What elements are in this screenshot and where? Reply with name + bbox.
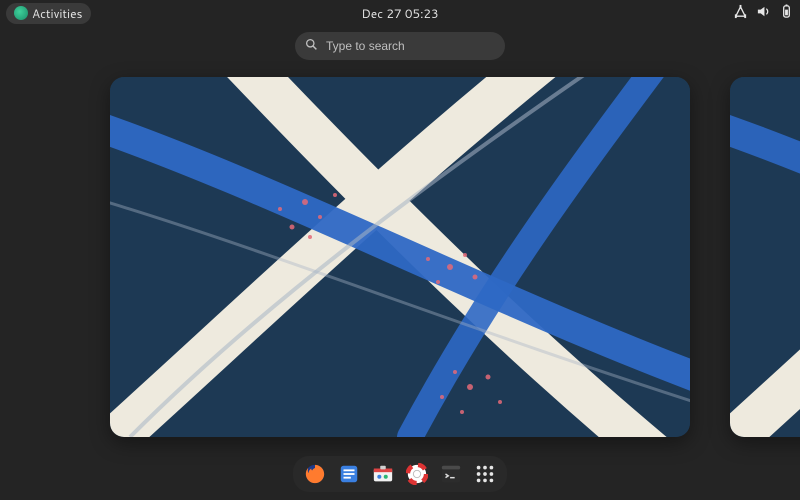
help-icon[interactable] (405, 462, 429, 486)
system-status-area[interactable] (733, 4, 794, 23)
dash (293, 456, 507, 492)
search-field[interactable] (295, 32, 505, 60)
workspace-thumbnail-1[interactable] (110, 77, 690, 437)
search-input[interactable] (326, 39, 495, 53)
workspace-switcher[interactable] (0, 72, 800, 442)
top-bar: Activities Dec 27 05:23 (0, 0, 800, 26)
activities-label: Activities (32, 5, 83, 22)
software-icon[interactable] (371, 462, 395, 486)
network-icon[interactable] (733, 4, 748, 23)
volume-icon[interactable] (756, 4, 771, 23)
workspace-thumbnail-2[interactable] (730, 77, 800, 437)
app-grid-icon[interactable] (473, 462, 497, 486)
power-icon[interactable] (779, 4, 794, 23)
activities-button[interactable]: Activities (6, 3, 91, 24)
firefox-icon[interactable] (303, 462, 327, 486)
search-icon (305, 38, 318, 55)
activities-icon (14, 6, 28, 20)
search-area (0, 32, 800, 60)
terminal-icon[interactable] (439, 462, 463, 486)
clock[interactable]: Dec 27 05:23 (361, 5, 438, 22)
files-icon[interactable] (337, 462, 361, 486)
